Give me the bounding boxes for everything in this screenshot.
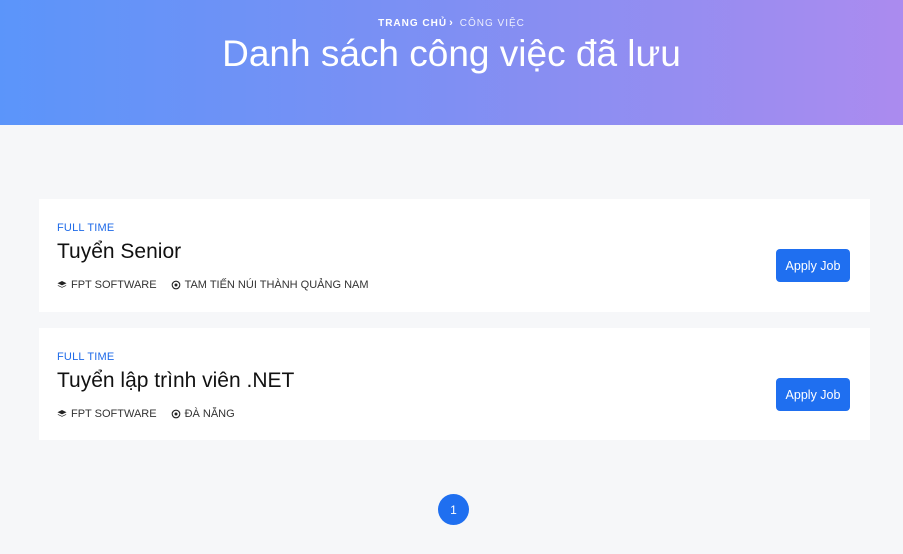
apply-job-button[interactable]: Apply Job xyxy=(776,249,850,282)
page-title: Danh sách công việc đã lưu xyxy=(222,33,681,74)
location-target-icon xyxy=(171,409,180,419)
job-title-link[interactable]: Tuyển Senior xyxy=(57,240,181,264)
job-card: FULL TIME Tuyển Senior FPT SOFTWARE TAM … xyxy=(39,199,870,312)
job-company: FPT SOFTWARE xyxy=(57,279,157,291)
job-location-name: TAM TIẾN NÚI THÀNH QUẢNG NAM xyxy=(184,279,369,291)
apply-job-button[interactable]: Apply Job xyxy=(776,378,850,411)
job-location: TAM TIẾN NÚI THÀNH QUẢNG NAM xyxy=(171,279,369,291)
location-target-icon xyxy=(171,280,180,290)
job-company-name: FPT SOFTWARE xyxy=(71,279,157,291)
layers-icon xyxy=(57,281,67,288)
pagination-page-button[interactable]: 1 xyxy=(438,494,469,525)
job-meta: FPT SOFTWARE TAM TIẾN NÚI THÀNH QUẢNG NA… xyxy=(57,279,383,291)
job-company: FPT SOFTWARE xyxy=(57,408,157,420)
chevron-right-icon: › xyxy=(449,17,454,29)
job-type-badge: FULL TIME xyxy=(57,222,115,234)
job-type-badge: FULL TIME xyxy=(57,351,115,363)
breadcrumb-current: Công việc xyxy=(459,18,525,29)
page-hero: Trang chủ › Công việc Danh sách công việc … xyxy=(0,0,903,125)
breadcrumb: Trang chủ › Công việc xyxy=(0,17,903,29)
job-location: ĐÀ NẴNG xyxy=(171,408,235,420)
job-card: FULL TIME Tuyển lập trình viên .NET FPT … xyxy=(39,328,870,440)
job-company-name: FPT SOFTWARE xyxy=(71,408,157,420)
breadcrumb-home-link[interactable]: Trang chủ xyxy=(378,18,447,29)
job-title-link[interactable]: Tuyển lập trình viên .NET xyxy=(57,369,294,393)
job-meta: FPT SOFTWARE ĐÀ NẴNG xyxy=(57,408,249,420)
job-location-name: ĐÀ NẴNG xyxy=(184,408,235,420)
layers-icon xyxy=(57,410,67,417)
